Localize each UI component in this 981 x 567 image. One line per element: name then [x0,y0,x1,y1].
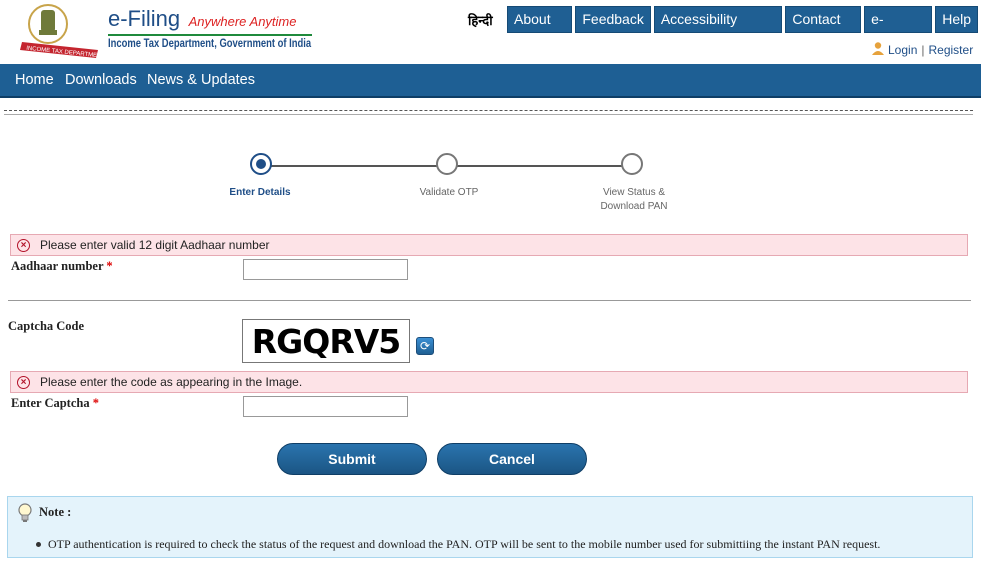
step-2-label: Validate OTP [419,187,479,198]
captcha-error-message: × Please enter the code as appearing in … [10,371,968,393]
step-connector-1 [262,165,438,167]
step-2-circle [436,153,458,175]
top-nav-accessibility-options[interactable]: Accessibility Options [653,6,783,52]
divider-line [4,114,973,115]
step-connector-2 [448,165,624,167]
brand-tagline: Anywhere Anytime [188,14,297,29]
enter-captcha-input[interactable] [243,396,408,417]
aadhaar-error-text: Please enter valid 12 digit Aadhaar numb… [40,238,270,252]
aadhaar-error-message: × Please enter valid 12 digit Aadhaar nu… [10,234,968,256]
main-nav-downloads[interactable]: Downloads [65,72,137,88]
required-mark: * [106,259,113,273]
top-nav-about-us[interactable]: About Us [507,6,573,52]
aadhaar-label: Aadhaar number * [11,259,113,273]
step-3-label: View Status & Download PAN [590,186,678,214]
user-icon [871,41,885,58]
bulb-icon [17,503,33,523]
top-nav: About Us Feedback Accessibility Options … [507,6,981,52]
step-1-circle [250,153,272,175]
brand-title[interactable]: e-Filing [108,6,180,31]
refresh-icon[interactable]: ⟳ [416,337,434,355]
brand-underline [108,34,312,36]
hindi-language-link[interactable]: हिन्दी [468,11,493,29]
register-link[interactable]: Register [929,43,974,57]
captcha-image: RGQRV5 [242,319,410,363]
step-3-label-line2: Download PAN [600,201,668,212]
main-nav-home[interactable]: Home [15,72,54,88]
error-icon: × [17,375,30,389]
top-nav-feedback[interactable]: Feedback [575,6,651,33]
top-nav-e-nivaran[interactable]: e-Nivaran [864,6,933,52]
captcha-code-label: Captcha Code [8,319,85,333]
top-nav-contact-us[interactable]: Contact Us [785,6,862,52]
brand-department: Income Tax Department, Government of Ind… [108,38,312,50]
site-header: INCOME TAX DEPARTMENT e-Filing Anywhere … [0,0,981,64]
auth-separator: | [921,42,925,57]
auth-links: Login | Register [871,41,973,58]
required-mark: * [92,396,99,410]
note-panel: Note : OTP authentication is required to… [7,496,973,558]
cancel-button[interactable]: Cancel [437,443,587,475]
main-nav: Home Downloads News & Updates [0,64,981,98]
note-title: Note : [39,505,72,519]
form-divider [8,300,971,301]
step-3-circle [621,153,643,175]
brand-block: e-Filing Anywhere Anytime Income Tax Dep… [108,6,312,50]
step-3-label-line1: View Status & [602,187,666,198]
step-1-label: Enter Details [229,187,291,198]
aadhaar-number-input[interactable] [243,259,408,280]
note-text: OTP authentication is required to check … [36,537,880,552]
bullet [36,542,41,547]
submit-button[interactable]: Submit [277,443,427,475]
main-nav-news-updates[interactable]: News & Updates [147,72,255,88]
login-link[interactable]: Login [888,43,917,57]
divider-dashed [4,110,973,111]
error-icon: × [17,238,30,252]
enter-captcha-label: Enter Captcha * [11,396,99,410]
top-nav-help[interactable]: Help [935,6,978,33]
emblem-logo[interactable]: INCOME TAX DEPARTMENT [18,2,106,60]
captcha-error-text: Please enter the code as appearing in th… [40,375,303,389]
